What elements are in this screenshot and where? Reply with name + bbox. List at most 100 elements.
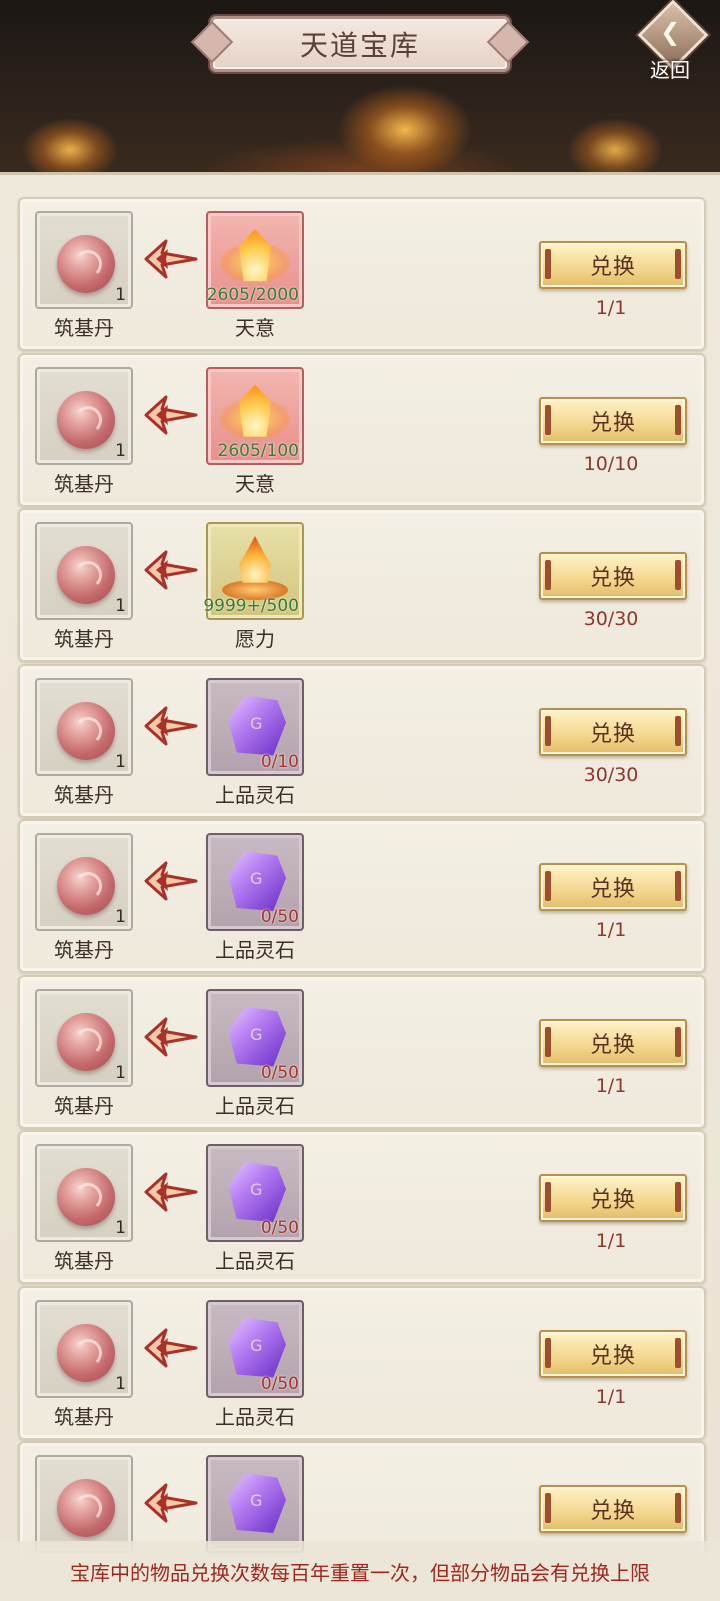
exchange-button-label: 兑换: [589, 1188, 636, 1213]
footer-notice-bar: 宝库中的物品兑换次数每百年重置一次，但部分物品会有兑换上限: [0, 1541, 720, 1601]
reward-item-slot[interactable]: 1: [35, 366, 133, 465]
reward-item-slot[interactable]: 1: [35, 833, 133, 931]
exchange-limit: 30/30: [583, 763, 639, 786]
exchange-button[interactable]: 兑换: [539, 552, 687, 600]
back-label: 返回: [650, 58, 690, 82]
exchange-button[interactable]: 兑换: [539, 1485, 687, 1533]
reward-item-name: 筑基丹: [54, 627, 114, 651]
exchange-arrow-icon: [142, 859, 200, 903]
foundation-pill-icon: [57, 701, 115, 760]
exchange-button-label: 兑换: [589, 877, 636, 902]
foundation-pill-icon: [57, 1479, 115, 1537]
cost-item-name: 上品灵石: [215, 1249, 295, 1273]
reward-item-slot[interactable]: 1: [35, 211, 133, 309]
exchange-arrow-icon: [142, 393, 200, 437]
exchange-limit: 1/1: [595, 1230, 627, 1252]
cost-item-name: 上品灵石: [215, 782, 295, 807]
cost-quantity: 0/10: [260, 751, 299, 772]
reward-count: 1: [115, 596, 126, 616]
foundation-pill-icon: [57, 390, 115, 449]
exchange-row: 1 2605/2000 筑基丹 天意 兑换 1/1: [18, 197, 706, 351]
exchange-row: 1 0/50 筑基丹 上品灵石 兑换 1/1: [18, 1130, 706, 1284]
reward-count: 1: [115, 1062, 126, 1083]
reward-item-name: 筑基丹: [54, 1404, 114, 1429]
exchange-button[interactable]: 兑换: [539, 707, 687, 756]
foundation-pill-icon: [57, 1012, 115, 1071]
exchange-limit: 1/1: [595, 297, 627, 319]
reward-count: 1: [115, 285, 126, 305]
foundation-pill-icon: [57, 546, 115, 604]
cost-quantity: 0/50: [260, 1062, 299, 1083]
cost-item-slot[interactable]: 9999+/500: [203, 522, 304, 620]
page-title: 天道宝库: [299, 29, 420, 62]
reward-item-slot[interactable]: 1: [35, 677, 133, 776]
cost-item-slot[interactable]: 2605/100: [206, 366, 304, 465]
treasury-page: 天道宝库 ❮ 返回 1 2605/2000 筑基丹 天意 兑换 1/1 1 2605/100 筑…: [0, 0, 720, 1601]
exchange-button[interactable]: 兑换: [539, 863, 687, 911]
exchange-arrow-icon: [142, 1326, 200, 1370]
cost-item-slot[interactable]: 0/10: [206, 677, 304, 776]
reward-item-name: 筑基丹: [54, 1249, 114, 1273]
cost-item-name: 天意: [235, 471, 275, 496]
cost-quantity: 2605/100: [217, 440, 299, 461]
exchange-button-label: 兑换: [589, 1343, 636, 1369]
spirit-stone-icon: [228, 851, 286, 911]
exchange-list[interactable]: 1 2605/2000 筑基丹 天意 兑换 1/1 1 2605/100 筑基丹 天意 兑换 10/1…: [0, 172, 720, 1601]
cost-item-slot[interactable]: 0/50: [206, 988, 304, 1087]
exchange-button-label: 兑换: [589, 566, 636, 591]
reward-count: 1: [115, 1218, 126, 1238]
reward-item-slot[interactable]: 1: [35, 1299, 133, 1398]
cost-quantity: 0/50: [260, 1373, 299, 1394]
reward-item-slot[interactable]: 1: [35, 522, 133, 620]
exchange-row: 1 2605/100 筑基丹 天意 兑换 10/10: [18, 352, 706, 507]
spirit-stone-icon: [228, 1162, 286, 1222]
cost-item-name: 上品灵石: [215, 938, 295, 962]
cost-quantity: 2605/2000: [206, 285, 299, 305]
spirit-stone-icon: [228, 1473, 286, 1533]
reward-item-slot[interactable]: 1: [35, 1144, 133, 1242]
header-banner: 天道宝库 ❮ 返回: [0, 0, 720, 176]
exchange-button[interactable]: 兑换: [539, 241, 687, 289]
exchange-arrow-icon: [142, 1481, 200, 1525]
foundation-pill-icon: [57, 857, 115, 915]
exchange-limit: 1/1: [595, 1074, 627, 1097]
reward-item-slot[interactable]: [35, 1455, 133, 1553]
cost-item-slot[interactable]: 2605/2000: [206, 211, 304, 309]
reward-item-name: 筑基丹: [54, 471, 114, 496]
cost-item-slot[interactable]: [206, 1455, 304, 1553]
reward-item-name: 筑基丹: [54, 1093, 114, 1118]
cost-quantity: 9999+/500: [203, 596, 299, 616]
exchange-button[interactable]: 兑换: [539, 1174, 687, 1222]
cost-quantity: 0/50: [260, 1218, 299, 1238]
cost-item-name: 上品灵石: [215, 1404, 295, 1429]
reward-item-slot[interactable]: 1: [35, 988, 133, 1087]
foundation-pill-icon: [57, 1323, 115, 1382]
cost-item-name: 上品灵石: [215, 1093, 295, 1118]
reward-count: 1: [115, 440, 126, 461]
exchange-limit: 1/1: [595, 919, 627, 941]
foundation-pill-icon: [57, 235, 115, 293]
cost-item-slot[interactable]: 0/50: [206, 1299, 304, 1398]
exchange-button-label: 兑换: [589, 255, 636, 280]
cost-item-slot[interactable]: 0/50: [206, 1144, 304, 1242]
exchange-button[interactable]: 兑换: [539, 1018, 687, 1067]
exchange-button[interactable]: 兑换: [539, 396, 687, 445]
exchange-button-label: 兑换: [589, 410, 636, 436]
cost-item-slot[interactable]: 0/50: [206, 833, 304, 931]
reset-notice: 宝库中的物品兑换次数每百年重置一次，但部分物品会有兑换上限: [70, 1560, 650, 1585]
foundation-pill-icon: [57, 1168, 115, 1226]
exchange-arrow-icon: [142, 548, 200, 592]
reward-count: 1: [115, 907, 126, 927]
back-button[interactable]: ❮ 返回: [637, 0, 710, 82]
exchange-arrow-icon: [142, 704, 200, 748]
reward-item-name: 筑基丹: [54, 782, 114, 807]
spirit-stone-icon: [228, 1006, 286, 1067]
exchange-limit: 1/1: [595, 1385, 627, 1408]
reward-item-name: 筑基丹: [54, 938, 114, 962]
exchange-limit: 30/30: [583, 608, 639, 630]
spirit-stone-icon: [228, 695, 286, 756]
exchange-button[interactable]: 兑换: [539, 1329, 687, 1378]
exchange-row: 1 0/10 筑基丹 上品灵石 兑换 30/30: [18, 663, 706, 818]
cost-quantity: 0/50: [260, 907, 299, 927]
exchange-row: 1 0/50 筑基丹 上品灵石 兑换 1/1: [18, 974, 706, 1129]
